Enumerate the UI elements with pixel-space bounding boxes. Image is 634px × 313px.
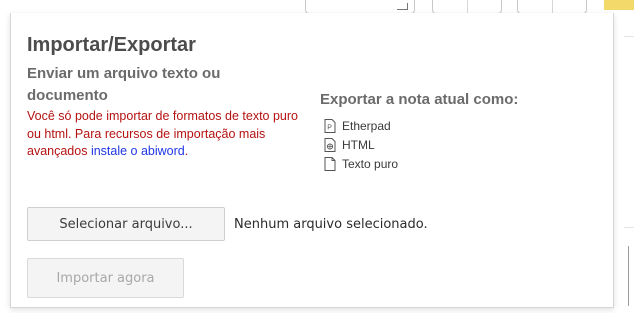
popup-title: Importar/Exportar (27, 34, 196, 56)
export-option-label: Texto puro (342, 156, 399, 171)
plain-text-file-icon (324, 156, 336, 171)
import-notice-suffix: . (184, 144, 189, 158)
toolbar-button-group[interactable] (432, 0, 502, 14)
import-notice: Você só pode importar de formatos de tex… (27, 108, 302, 161)
divider (624, 36, 634, 228)
file-input: Selecionar arquivo... Nenhum arquivo sel… (27, 207, 428, 241)
install-abiword-link[interactable]: instale o abiword (91, 144, 185, 158)
chevron-down-icon (397, 3, 408, 10)
etherpad-file-icon: P (324, 118, 336, 133)
svg-text:P: P (327, 124, 332, 131)
toolbar-select[interactable] (305, 0, 415, 14)
export-plain-text-link[interactable]: Texto puro (324, 154, 398, 173)
page: Importar/Exportar Enviar um arquivo text… (0, 0, 634, 313)
export-option-label: HTML (342, 137, 375, 152)
import-export-popup: Importar/Exportar Enviar um arquivo text… (10, 13, 614, 308)
import-now-button[interactable]: Importar agora (27, 258, 184, 298)
import-heading: Enviar um arquivo texto ou documento (27, 65, 221, 104)
export-options: P Etherpad HTML Texto puro (324, 116, 398, 173)
html-file-icon (324, 137, 336, 152)
file-status: Nenhum arquivo selecionado. (234, 216, 428, 232)
select-file-button[interactable]: Selecionar arquivo... (27, 207, 225, 241)
export-etherpad-link[interactable]: P Etherpad (324, 116, 398, 135)
toolbar-accent (604, 0, 634, 10)
toolbar-button-group[interactable] (517, 0, 587, 14)
export-option-label: Etherpad (342, 118, 391, 133)
export-html-link[interactable]: HTML (324, 135, 398, 154)
export-heading: Exportar a nota atual como: (320, 91, 519, 108)
divider (628, 246, 634, 306)
